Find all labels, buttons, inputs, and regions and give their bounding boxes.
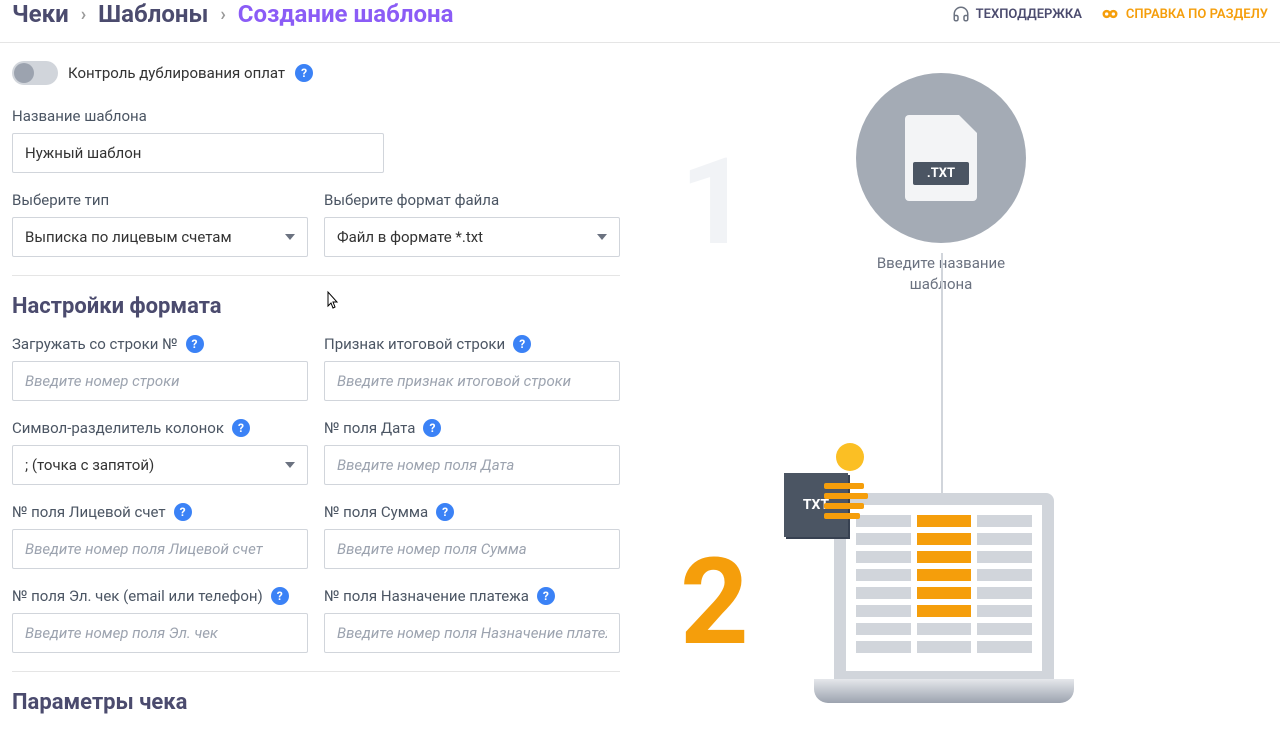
support-link[interactable]: ТЕХПОДДЕРЖКА [952, 5, 1082, 23]
account-field-label: № поля Лицевой счет [12, 503, 166, 521]
help-icon[interactable]: ? [513, 335, 531, 353]
divider [12, 671, 620, 672]
headphones-icon [952, 5, 970, 23]
format-select[interactable]: Файл в формате *.txt [324, 217, 620, 257]
help-icon[interactable]: ? [271, 587, 289, 605]
separator-label: Символ-разделитель колонок [12, 419, 224, 437]
email-field-input[interactable] [12, 613, 308, 653]
rays-icon [824, 483, 874, 533]
toggle-label: Контроль дублирования оплат [68, 64, 285, 82]
purpose-field-input[interactable] [324, 613, 620, 653]
help-icon[interactable]: ? [537, 587, 555, 605]
help-icon[interactable]: ? [186, 335, 204, 353]
format-section-title: Настройки формата [12, 294, 620, 319]
wizard-panel: 1 .TXT Введите название шаблона 2 [632, 43, 1280, 731]
separator-select[interactable]: ; (точка с запятой) [12, 445, 308, 485]
step-2-number: 2 [680, 543, 749, 663]
type-select[interactable]: Выписка по лицевым счетам [12, 217, 308, 257]
date-field-label: № поля Дата [324, 419, 415, 437]
check-section-title: Параметры чека [12, 690, 620, 715]
total-row-label: Признак итоговой строки [324, 335, 505, 353]
help-link[interactable]: СПРАВКА ПО РАЗДЕЛУ [1100, 5, 1268, 23]
start-row-label: Загружать со строки № [12, 335, 178, 353]
date-field-input[interactable] [324, 445, 620, 485]
chevron-down-icon [285, 234, 295, 240]
lightbulb-icon [832, 443, 868, 479]
sum-field-label: № поля Сумма [324, 503, 428, 521]
divider [12, 275, 620, 276]
template-name-input[interactable] [12, 133, 384, 173]
help-icon[interactable]: ? [232, 419, 250, 437]
breadcrumb-l2[interactable]: Шаблоны [98, 0, 208, 28]
breadcrumb: Чеки › Шаблоны › Создание шаблона [12, 0, 453, 28]
total-row-input[interactable] [324, 361, 620, 401]
help-icon[interactable]: ? [423, 419, 441, 437]
help-icon[interactable]: ? [436, 503, 454, 521]
help-icon[interactable]: ? [295, 64, 313, 82]
purpose-field-label: № поля Назначение платежа [324, 587, 529, 605]
chevron-right-icon: › [220, 4, 225, 25]
step-1-number: 1 [680, 143, 749, 263]
chevron-right-icon: › [81, 4, 86, 25]
email-field-label: № поля Эл. чек (email или телефон) [12, 587, 263, 605]
step-2-graphic: TXT [784, 443, 1084, 723]
chevron-down-icon [597, 234, 607, 240]
format-label: Выберите формат файла [324, 191, 620, 209]
account-field-input[interactable] [12, 529, 308, 569]
breadcrumb-l1[interactable]: Чеки [12, 0, 69, 28]
sum-field-input[interactable] [324, 529, 620, 569]
start-row-input[interactable] [12, 361, 308, 401]
breadcrumb-current: Создание шаблона [238, 0, 454, 28]
help-icon[interactable]: ? [174, 503, 192, 521]
chevron-down-icon [285, 462, 295, 468]
template-name-label: Название шаблона [12, 107, 384, 125]
type-label: Выберите тип [12, 191, 308, 209]
file-icon: .TXT [905, 115, 977, 201]
duplicate-control-toggle[interactable] [12, 61, 58, 85]
owl-icon [1100, 5, 1120, 23]
